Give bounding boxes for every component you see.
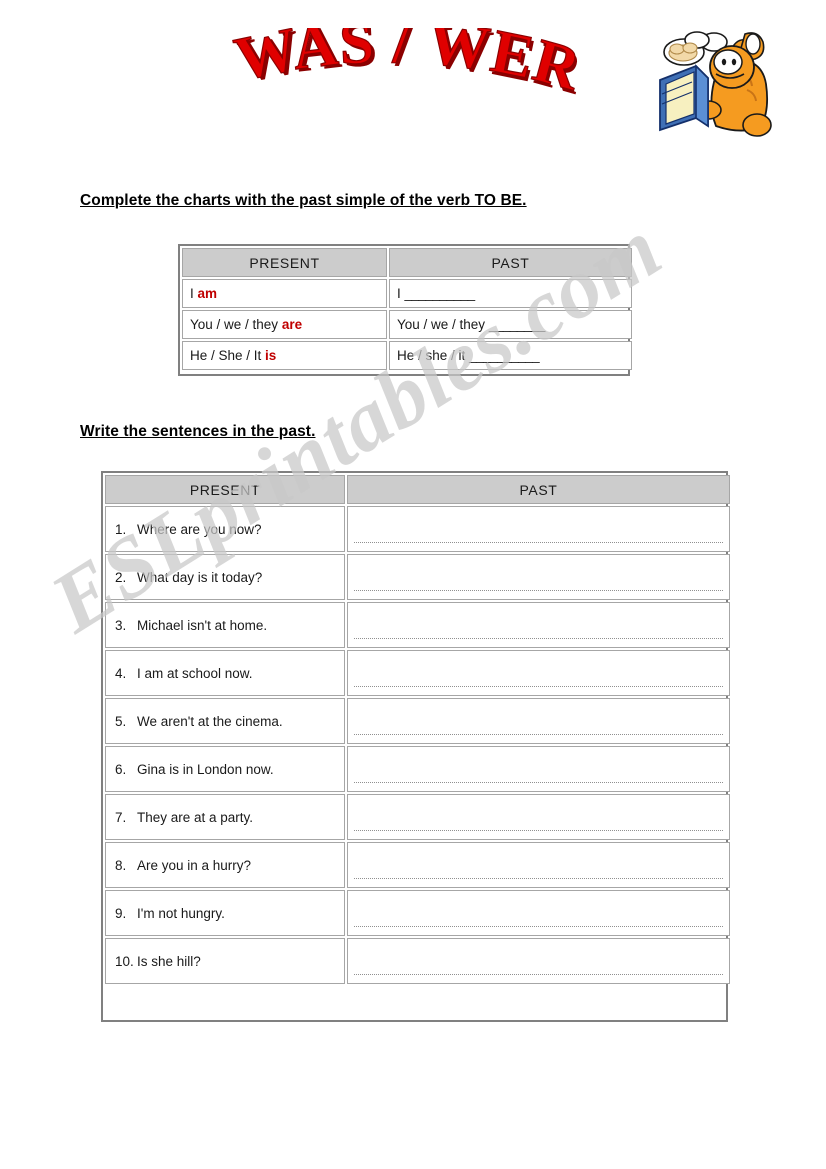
present-subject: I	[190, 286, 198, 301]
table-row: 7. They are at a party.	[105, 794, 730, 840]
present-sentence-cell: 7. They are at a party.	[105, 794, 345, 840]
present-sentence-text: We aren't at the cinema.	[137, 713, 283, 729]
present-sentence-cell: 5. We aren't at the cinema.	[105, 698, 345, 744]
instruction-write-sentences: Write the sentences in the past.	[80, 423, 316, 440]
present-sentence-text: Is she hill?	[137, 953, 201, 969]
present-sentence-text: Gina is in London now.	[137, 761, 274, 777]
verb-to-be-table: PRESENT PAST I am I __________ You / we …	[180, 246, 634, 372]
row-number: 5.	[115, 713, 127, 729]
present-subject: He / She / It	[190, 348, 266, 363]
past-answer-cell[interactable]	[347, 554, 730, 600]
present-sentence-cell: 1. Where are you now?	[105, 506, 345, 552]
present-verb: am	[197, 286, 218, 301]
answer-writing-line	[354, 782, 723, 783]
table-row: He / She / It is He / she / it _________…	[182, 341, 632, 370]
svg-text:WAS / WERE: WAS / WERE	[232, 28, 582, 104]
past-answer-cell[interactable]: He / she / it __________	[389, 341, 632, 370]
present-sentence-text: Michael isn't at home.	[137, 617, 268, 633]
present-cell: I am	[182, 279, 387, 308]
present-sentence-text: I'm not hungry.	[137, 905, 225, 921]
row-number: 1.	[115, 521, 127, 537]
present-sentence-cell: 9. I'm not hungry.	[105, 890, 345, 936]
table-row: 2. What day is it today?	[105, 554, 730, 600]
garfield-clipart-icon	[652, 22, 784, 154]
past-blank: __________	[404, 286, 476, 301]
present-cell: You / we / they are	[182, 310, 387, 339]
instruction-complete-charts: Complete the charts with the past simple…	[80, 192, 527, 209]
past-answer-cell[interactable]	[347, 938, 730, 984]
table-header-row: PRESENT PAST	[182, 248, 632, 277]
page-header: WAS / WERE WAS / WERE	[0, 0, 826, 175]
row-number: 9.	[115, 905, 127, 921]
past-answer-cell[interactable]	[347, 842, 730, 888]
table-row: 4. I am at school now.	[105, 650, 730, 696]
past-subject: I	[397, 286, 405, 301]
past-blank: __________	[469, 348, 540, 363]
present-sentence-cell: 4. I am at school now.	[105, 650, 345, 696]
table-row: 5. We aren't at the cinema.	[105, 698, 730, 744]
column-header-past: PAST	[389, 248, 632, 277]
table-row: 9. I'm not hungry.	[105, 890, 730, 936]
present-sentence-text: I am at school now.	[137, 665, 253, 681]
column-header-present: PRESENT	[105, 475, 345, 504]
present-sentence-text: Are you in a hurry?	[137, 857, 252, 873]
row-number: 10.	[115, 953, 134, 969]
present-cell: He / She / It is	[182, 341, 387, 370]
column-header-past: PAST	[347, 475, 730, 504]
sentences-table: PRESENT PAST 1. Where are you now? 2. What …	[103, 473, 732, 986]
past-answer-cell[interactable]: You / we / they ________	[389, 310, 632, 339]
row-number: 3.	[115, 617, 127, 633]
present-verb: are	[281, 317, 303, 332]
answer-writing-line	[354, 926, 723, 927]
column-header-present: PRESENT	[182, 248, 387, 277]
past-subject: You / we / they	[397, 317, 489, 332]
table-row: 8. Are you in a hurry?	[105, 842, 730, 888]
sentences-exercise-table: PRESENT PAST 1. Where are you now? 2. What …	[101, 471, 730, 1022]
past-answer-cell[interactable]	[347, 698, 730, 744]
present-verb: is	[265, 348, 277, 363]
past-answer-cell[interactable]	[347, 890, 730, 936]
present-sentence-cell: 8. Are you in a hurry?	[105, 842, 345, 888]
answer-writing-line	[354, 830, 723, 831]
table-row: I am I __________	[182, 279, 632, 308]
present-subject: You / we / they	[190, 317, 282, 332]
row-number: 2.	[115, 569, 127, 585]
page-title: WAS / WERE WAS / WERE	[232, 28, 582, 128]
present-sentence-cell: 10. Is she hill?	[105, 938, 345, 984]
answer-writing-line	[354, 878, 723, 879]
table-row: 3. Michael isn't at home.	[105, 602, 730, 648]
table-header-row: PRESENT PAST	[105, 475, 730, 504]
present-sentence-text: They are at a party.	[137, 809, 254, 825]
past-answer-cell[interactable]	[347, 506, 730, 552]
past-subject: He / she / it	[397, 348, 470, 363]
past-answer-cell[interactable]	[347, 650, 730, 696]
table-row: You / we / they are You / we / they ____…	[182, 310, 632, 339]
present-sentence-cell: 6. Gina is in London now.	[105, 746, 345, 792]
past-answer-cell[interactable]: I __________	[389, 279, 632, 308]
present-sentence-cell: 3. Michael isn't at home.	[105, 602, 345, 648]
past-blank: ________	[488, 317, 546, 332]
table-row: 1. Where are you now?	[105, 506, 730, 552]
answer-writing-line	[354, 734, 723, 735]
row-number: 7.	[115, 809, 127, 825]
row-number: 6.	[115, 761, 127, 777]
present-sentence-text: What day is it today?	[137, 569, 263, 585]
answer-writing-line	[354, 974, 723, 975]
past-answer-cell[interactable]	[347, 794, 730, 840]
answer-writing-line	[354, 542, 723, 543]
verb-to-be-chart: PRESENT PAST I am I __________ You / we …	[178, 244, 632, 376]
row-number: 8.	[115, 857, 127, 873]
row-number: 4.	[115, 665, 127, 681]
present-sentence-text: Where are you now?	[137, 521, 262, 537]
past-answer-cell[interactable]	[347, 746, 730, 792]
past-answer-cell[interactable]	[347, 602, 730, 648]
answer-writing-line	[354, 638, 723, 639]
answer-writing-line	[354, 590, 723, 591]
table-row: 10. Is she hill?	[105, 938, 730, 984]
table-row: 6. Gina is in London now.	[105, 746, 730, 792]
present-sentence-cell: 2. What day is it today?	[105, 554, 345, 600]
answer-writing-line	[354, 686, 723, 687]
